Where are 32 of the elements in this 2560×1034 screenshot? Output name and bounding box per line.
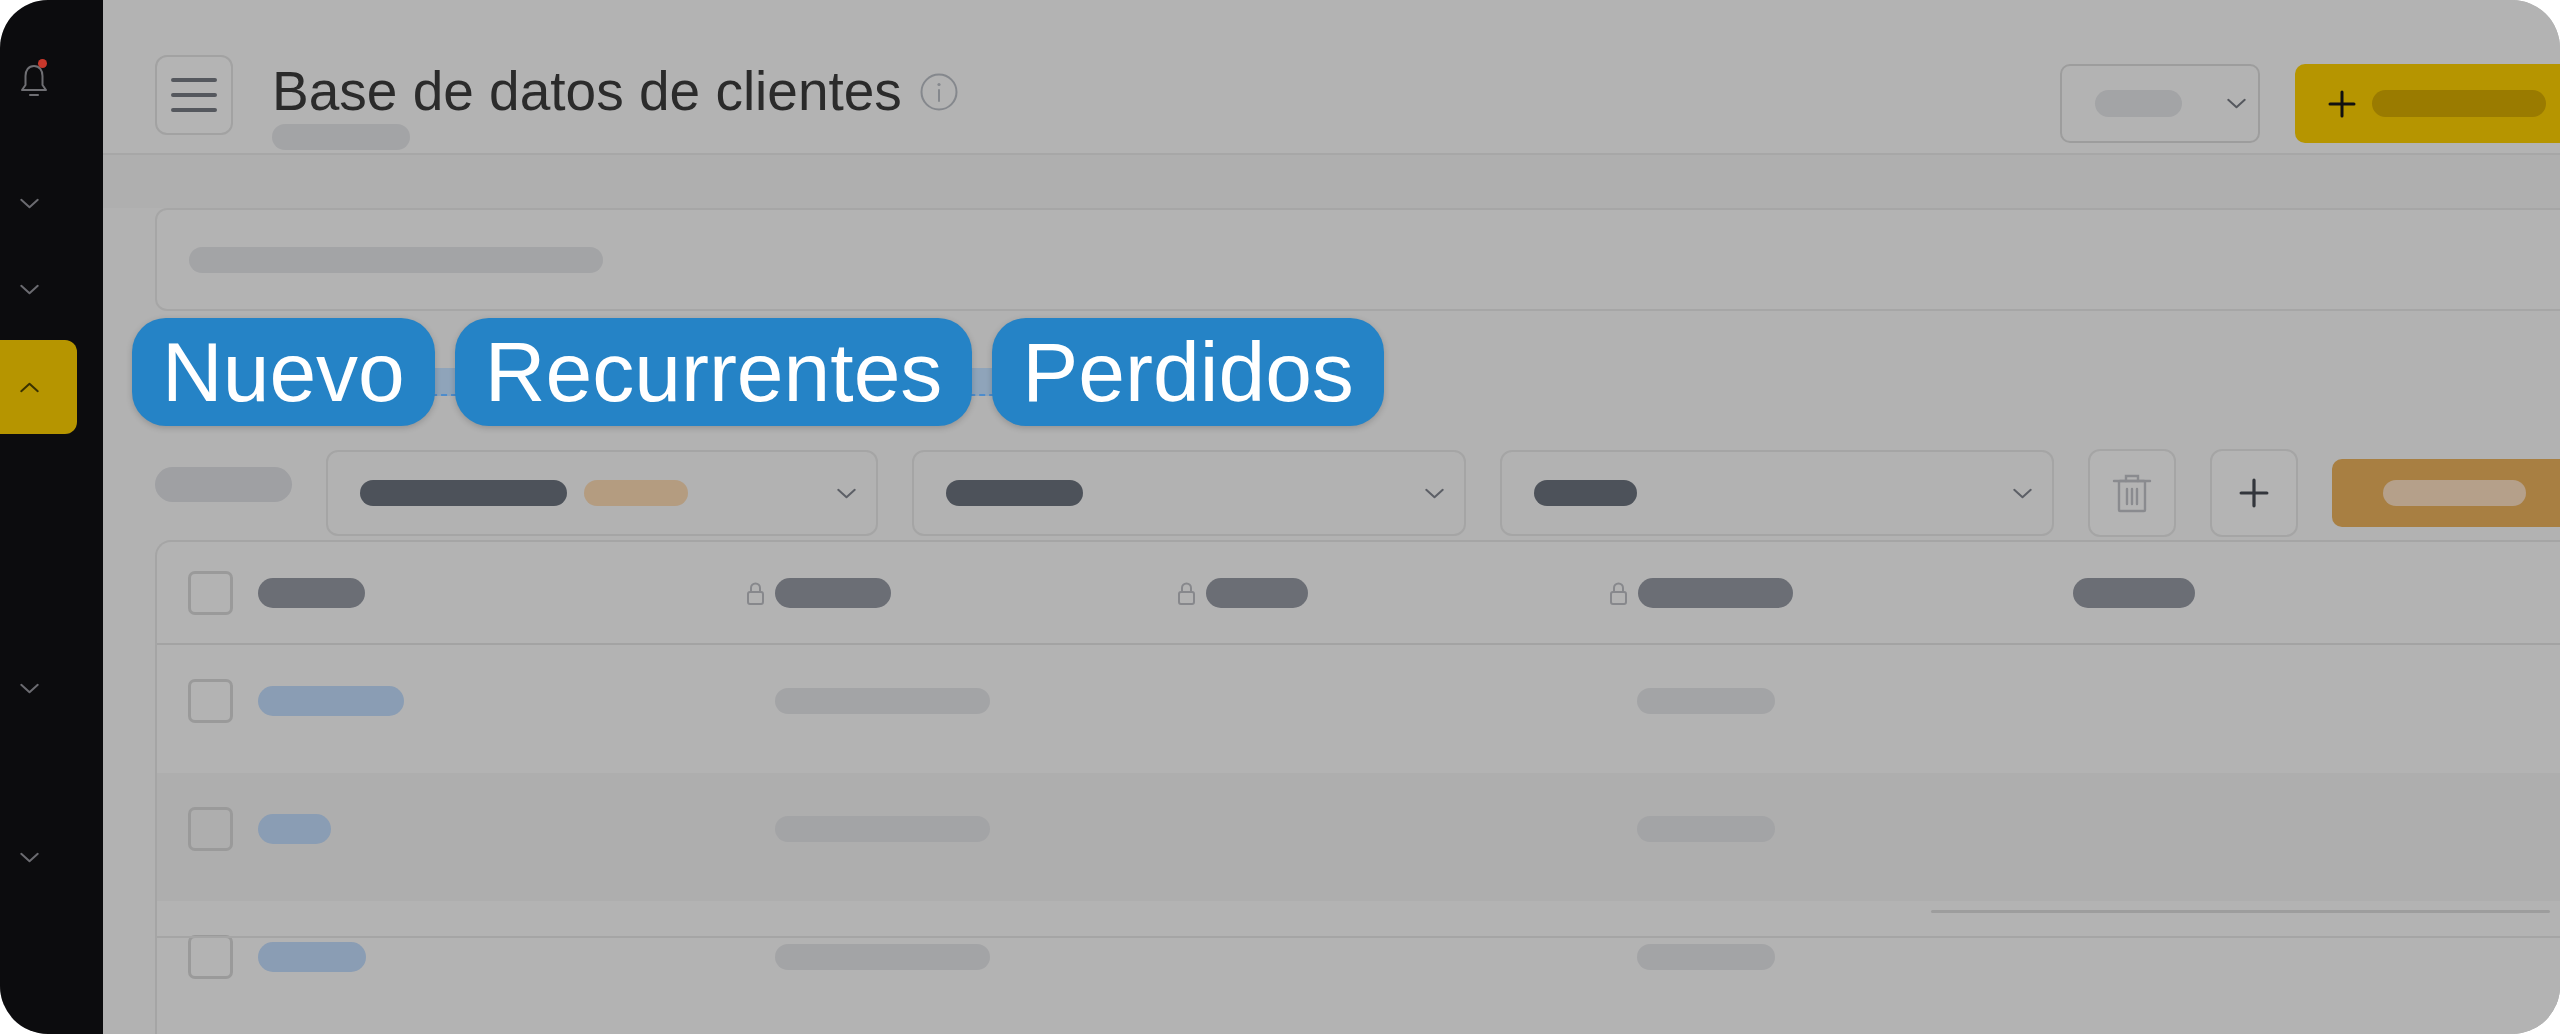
chevron-down-icon [836,487,857,499]
menu-icon [171,78,217,112]
dropdown[interactable] [1500,450,2054,536]
add-button[interactable] [2210,449,2298,537]
plus-icon [2239,478,2269,508]
sidebar-item[interactable] [0,340,77,434]
add-button[interactable] [2295,64,2560,143]
chevron-down-icon[interactable] [19,851,40,863]
dropdown[interactable] [326,450,878,536]
chevron-down-icon[interactable] [19,283,40,295]
chevron-down-icon [2226,98,2247,109]
delete-button[interactable] [2088,449,2176,537]
action-button[interactable] [2332,459,2560,527]
tab[interactable]: Recurrentes [454,318,973,426]
lock-icon [1177,580,1196,605]
plus-icon [2328,89,2356,118]
lock-icon [746,580,765,605]
menu-button[interactable] [155,55,233,135]
tab[interactable]: Perdidos [992,318,1384,426]
bell-icon[interactable] [19,64,49,97]
lock-icon [1609,580,1628,605]
info-icon[interactable] [919,72,958,111]
chevron-down-icon [1424,487,1445,499]
page-title: Base de datos de clientes [272,64,902,119]
checkbox[interactable] [188,570,233,615]
chevron-down-icon [2012,487,2033,499]
chevron-down-icon[interactable] [19,682,40,694]
tab[interactable]: Nuevo [132,318,435,426]
checkbox[interactable] [188,678,233,723]
chevron-down-icon[interactable] [19,197,40,209]
dropdown[interactable] [912,450,1466,536]
trash-icon [2112,473,2152,513]
